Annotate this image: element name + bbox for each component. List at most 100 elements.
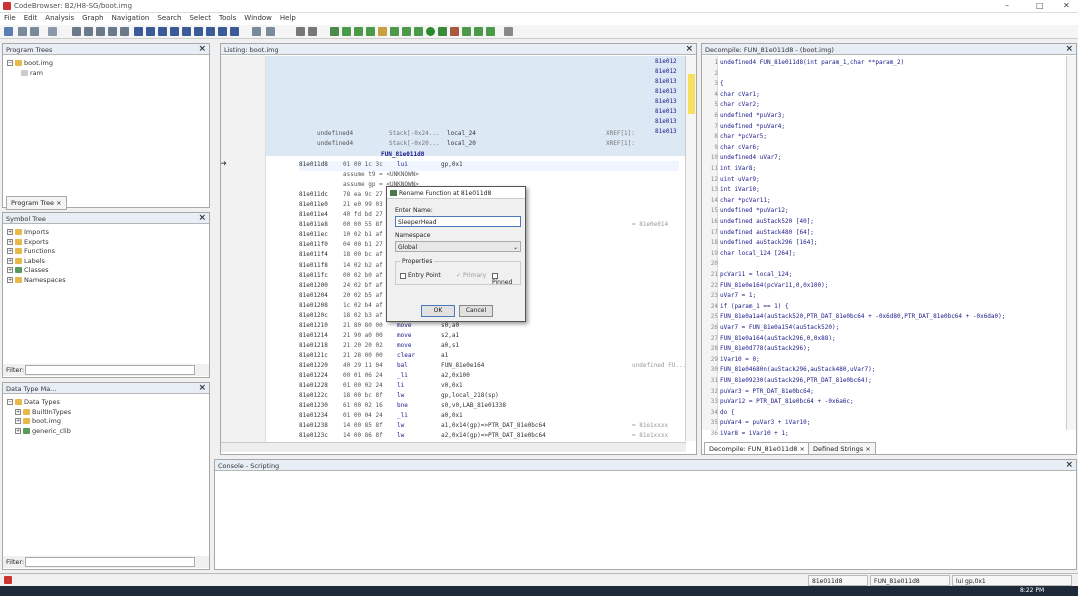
letter-v-icon[interactable] <box>206 27 215 36</box>
help-icon[interactable] <box>504 27 513 36</box>
listing-row[interactable]: 81e01228 01 00 02 24 li v0,0x1 <box>299 382 679 392</box>
menu-analysis[interactable]: Analysis <box>41 13 78 23</box>
tree-item-imports[interactable]: + Imports <box>7 228 66 238</box>
decompile-line[interactable]: 35 puVar4 = puVar3 + iVar10; <box>702 419 1062 430</box>
toolbar-icon-5[interactable] <box>120 27 129 36</box>
redo2-icon[interactable] <box>308 27 317 36</box>
tree-item-data-types[interactable]: − Data Types <box>7 398 71 408</box>
decompile-line[interactable]: 12 uint uVar9; <box>702 176 1062 187</box>
stack-var-row[interactable]: undefined4 <box>317 130 353 140</box>
decompile-line[interactable]: 28 FUN_81e0d778(auStack296); <box>702 345 1062 356</box>
folder-icon[interactable] <box>378 27 387 36</box>
decompile-line[interactable]: 11 int iVar8; <box>702 165 1062 176</box>
decompile-line[interactable]: 25 FUN_81e0a1a4(auStack520,PTR_DAT_81e0b… <box>702 313 1062 324</box>
tab-decompile[interactable]: Decompile: FUN_81e011d8 × <box>704 442 810 454</box>
decompile-line[interactable]: 18 undefined auStack296 [164]; <box>702 239 1062 250</box>
toolbar-icon-4[interactable] <box>108 27 117 36</box>
run-icon[interactable] <box>426 27 435 36</box>
listing-row[interactable]: 81e0123c 14 00 86 8f lw a2,0x14(gp)=>PTR_DA… <box>299 432 679 442</box>
decompile-line[interactable]: 16 undefined auStack520 [40]; <box>702 218 1062 229</box>
menu-file[interactable]: File <box>0 13 20 23</box>
letter-l-icon[interactable] <box>182 27 191 36</box>
pinned-checkbox[interactable]: Pinned <box>492 272 520 286</box>
decompile-line[interactable]: 23 uVar7 = 1; <box>702 292 1062 303</box>
download-icon[interactable] <box>134 27 143 36</box>
decompile-line[interactable]: 34 do { <box>702 409 1062 420</box>
function-label[interactable]: FUN_81e011d8 <box>381 151 424 161</box>
function-graph-icon[interactable] <box>402 27 411 36</box>
xref-address[interactable]: 81e013 <box>655 88 677 98</box>
tool-icon-a[interactable] <box>462 27 471 36</box>
letter-b-icon[interactable] <box>230 27 239 36</box>
decompile-line[interactable]: 10 undefined4 uVar7; <box>702 154 1062 165</box>
listing-row[interactable]: 81e011d8 01 00 1c 3c lui gp,0x1 <box>299 161 679 171</box>
letter-w-icon[interactable] <box>218 27 227 36</box>
debug-icon[interactable] <box>438 27 447 36</box>
letter-d-icon[interactable] <box>158 27 167 36</box>
decompile-line[interactable]: 8 char *pcVar5; <box>702 133 1062 144</box>
cancel-button[interactable]: Cancel <box>459 305 493 317</box>
menu-help[interactable]: Help <box>276 13 300 23</box>
xref-address[interactable]: 81e012 <box>655 68 677 78</box>
decompile-line[interactable]: 4 char cVar1; <box>702 91 1062 102</box>
listing-row[interactable]: 81e01210 21 80 80 00 move s0,a0 <box>299 322 679 332</box>
listing-row[interactable]: 81e01238 14 00 85 8f lw a1,0x14(gp)=>PTR_DA… <box>299 422 679 432</box>
tree-item-namespaces[interactable]: + Namespaces <box>7 276 66 286</box>
tree-item-ram[interactable]: ram <box>7 69 53 79</box>
close-icon[interactable]: × <box>1065 44 1073 54</box>
close-icon[interactable]: × <box>198 44 206 54</box>
datatype-filter-input[interactable] <box>25 557 195 567</box>
tree-item-classes[interactable]: + Classes <box>7 266 66 276</box>
menu-window[interactable]: Window <box>240 13 276 23</box>
decompile-line[interactable]: 36 iVar8 = iVar10 + 1; <box>702 430 1062 441</box>
decompile-line[interactable]: 2 <box>702 70 1062 81</box>
decompile-line[interactable]: 29 iVar10 = 0; <box>702 356 1062 367</box>
decompile-line[interactable]: 15 undefined *puVar12; <box>702 207 1062 218</box>
listing-row[interactable]: 81e0122c 18 00 bc 8f lw gp,local_218(sp) <box>299 392 679 402</box>
ok-button[interactable]: OK <box>421 305 455 317</box>
collapse-icon[interactable]: − <box>7 60 13 66</box>
close-icon[interactable]: × <box>685 44 693 54</box>
minimize-button[interactable]: – <box>1005 1 1009 10</box>
forward-icon[interactable] <box>30 27 39 36</box>
decompile-scrollbar[interactable] <box>1066 56 1076 430</box>
menu-tools[interactable]: Tools <box>215 13 240 23</box>
menu-navigation[interactable]: Navigation <box>108 13 154 23</box>
decompile-line[interactable]: 14 char *pcVar11; <box>702 197 1062 208</box>
chart-icon[interactable] <box>366 27 375 36</box>
listing-row[interactable]: 81e01234 01 00 04 24 _li a0,0x1 <box>299 412 679 422</box>
xref-address[interactable]: 81e013 <box>655 78 677 88</box>
decompile-line[interactable]: 27 FUN_81e0a164(auStack296,0,0x88); <box>702 335 1062 346</box>
listing-row[interactable]: assume t9 = <UNKNOWN> <box>299 171 679 181</box>
nav-icon[interactable] <box>48 27 57 36</box>
listing-scrollbar[interactable] <box>685 56 696 441</box>
symbol-filter-input[interactable] <box>25 365 195 375</box>
script-icon[interactable] <box>414 27 423 36</box>
decompile-line[interactable]: 20 <box>702 260 1062 271</box>
memory-icon[interactable] <box>342 27 351 36</box>
name-input[interactable]: SleeperHead <box>395 216 521 227</box>
decompile-line[interactable]: 6 undefined *puVar3; <box>702 112 1062 123</box>
xref-address[interactable]: 81e013 <box>655 118 677 128</box>
tab-defined-strings[interactable]: Defined Strings × <box>808 442 876 454</box>
tool-icon-b[interactable] <box>474 27 483 36</box>
letter-u-icon[interactable] <box>170 27 179 36</box>
menu-select[interactable]: Select <box>185 13 215 23</box>
toolbar-icon-2[interactable] <box>84 27 93 36</box>
tree-item-boot-img[interactable]: − boot.img <box>7 59 53 69</box>
tree-item-exports[interactable]: + Exports <box>7 238 66 248</box>
redo-icon[interactable] <box>266 27 275 36</box>
undo2-icon[interactable] <box>296 27 305 36</box>
tool-icon-c[interactable] <box>486 27 495 36</box>
decompile-line[interactable]: 19 char local_124 [264]; <box>702 250 1062 261</box>
bytes-icon[interactable] <box>354 27 363 36</box>
toolbar-icon-3[interactable] <box>96 27 105 36</box>
tree-item-builtin[interactable]: + BuiltInTypes <box>7 408 71 418</box>
xref-address[interactable]: 81e013 <box>655 128 677 138</box>
decompile-line[interactable]: 1 undefined4 FUN_81e011d8(int param_1,cha… <box>702 59 1062 70</box>
listing-row[interactable]: 81e0121c 21 28 00 00 clear a1 <box>299 352 679 362</box>
undo-icon[interactable] <box>252 27 261 36</box>
decompile-line[interactable]: 3{ <box>702 80 1062 91</box>
toolbar-icon-1[interactable] <box>72 27 81 36</box>
decompile-line[interactable]: 24 if (param_1 == 1) { <box>702 303 1062 314</box>
